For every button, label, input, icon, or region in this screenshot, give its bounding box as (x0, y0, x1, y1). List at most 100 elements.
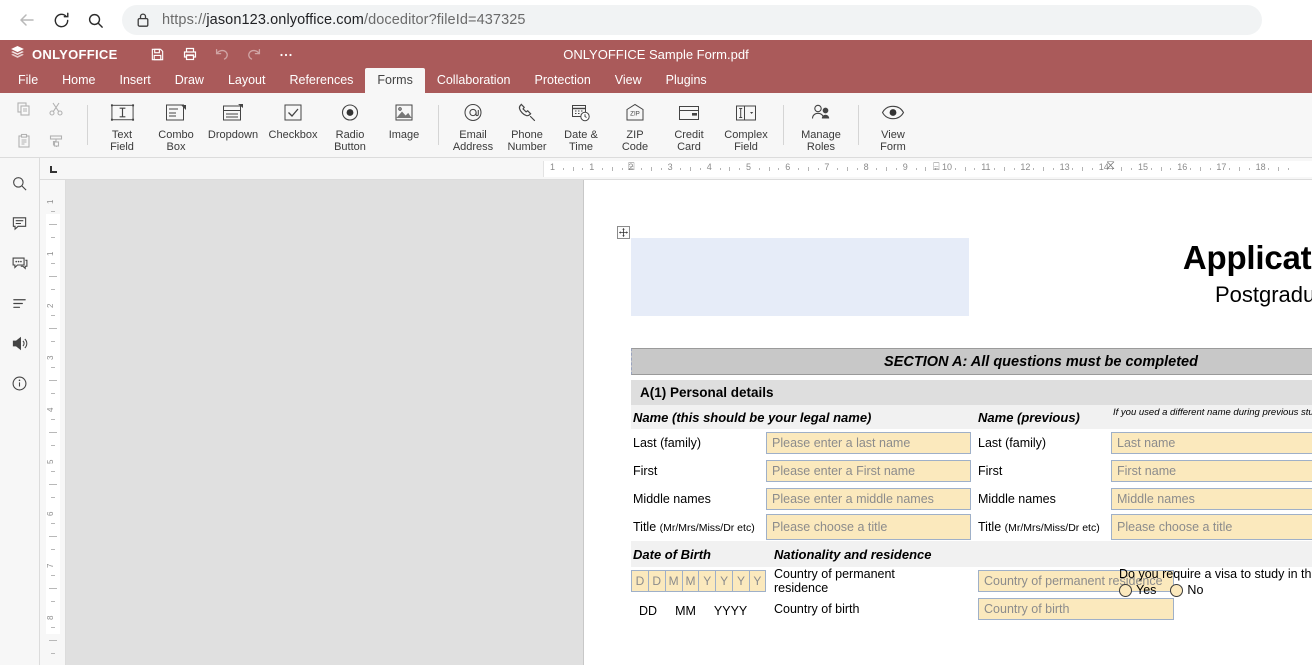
prev-name-group-note: If you used a different name during prev… (1111, 405, 1312, 429)
ruler-margin-marker[interactable]: ⌸ (628, 161, 635, 174)
ruler-tick (876, 168, 878, 170)
sidebar-item-headings[interactable] (6, 290, 34, 316)
middle-names-field[interactable]: Please enter a middle names (766, 488, 972, 510)
ruler-indent-marker[interactable]: ⧖ (1106, 158, 1115, 173)
radio-button-icon[interactable] (1119, 583, 1133, 597)
tab-references[interactable]: References (277, 68, 365, 93)
ruler-tick (621, 168, 623, 170)
dropdown-button[interactable]: Dropdown (203, 93, 263, 157)
cut-icon[interactable] (40, 93, 72, 125)
back-arrow-icon[interactable] (10, 3, 44, 37)
dob-cell-y4[interactable]: Y (748, 570, 766, 592)
credit-card-label: Credit Card (674, 129, 704, 153)
last-name-field[interactable]: Please enter a last name (766, 432, 972, 454)
ruler-tick (1190, 168, 1191, 170)
checkbox-button[interactable]: Checkbox (263, 93, 323, 157)
image-button[interactable]: Image (377, 93, 431, 157)
prev-first-name-field[interactable]: First name (1111, 460, 1312, 482)
format-painter-icon[interactable] (40, 125, 72, 157)
field-cell: Country of permanent residence (976, 567, 1175, 595)
redo-icon[interactable] (240, 42, 268, 66)
radio-button-button[interactable]: Radio Button (323, 93, 377, 157)
vertical-ruler-tick (51, 289, 55, 290)
reload-icon[interactable] (44, 3, 78, 37)
visa-option-no[interactable]: No (1170, 583, 1203, 597)
country-of-birth-field[interactable]: Country of birth (978, 598, 1175, 620)
table-move-handle[interactable] (617, 226, 630, 239)
paste-icon[interactable] (8, 125, 40, 157)
document-page[interactable]: Application Form Postgraduate Certificat… (583, 180, 1312, 665)
tab-draw[interactable]: Draw (163, 68, 216, 93)
ruler-tick (1209, 168, 1211, 170)
sidebar-item-comments[interactable] (6, 210, 34, 236)
tab-layout[interactable]: Layout (216, 68, 278, 93)
vertical-ruler-tick (51, 575, 55, 576)
zip-code-button[interactable]: ZIP ZIP Code (608, 93, 662, 157)
tab-forms[interactable]: Forms (365, 68, 425, 93)
sidebar-item-search[interactable] (6, 170, 34, 196)
title-dropdown-field[interactable]: Please choose a title (766, 514, 972, 540)
ruler-label: 11 (981, 162, 991, 172)
phone-number-button[interactable]: Phone Number (500, 93, 554, 157)
ruler-margin-marker[interactable]: ⌸ (933, 161, 940, 174)
dob-cell-y1[interactable]: Y (698, 570, 716, 592)
dob-input-cells[interactable]: D D M M Y Y Y Y (631, 570, 766, 592)
more-icon[interactable] (272, 42, 300, 66)
first-name-field[interactable]: Please enter a First name (766, 460, 972, 482)
tab-collaboration[interactable]: Collaboration (425, 68, 523, 93)
prev-title-dropdown-field[interactable]: Please choose a title (1111, 514, 1312, 540)
manage-roles-button[interactable]: Manage Roles (791, 93, 851, 157)
radio-button-icon (339, 99, 361, 127)
search-icon[interactable] (78, 3, 112, 37)
table-row-group-headers-2: Date of Birth Nationality and residence (631, 541, 1312, 567)
tab-insert[interactable]: Insert (108, 68, 163, 93)
vertical-ruler-tick (51, 653, 55, 654)
ruler-tick (1033, 168, 1035, 170)
tab-stop-selector[interactable] (40, 158, 66, 179)
logo-placeholder[interactable] (631, 238, 969, 316)
tab-plugins[interactable]: Plugins (654, 68, 719, 93)
ribbon-divider (87, 105, 88, 145)
document-canvas[interactable]: Application Form Postgraduate Certificat… (67, 180, 1312, 665)
dob-cell-d2[interactable]: D (647, 570, 665, 592)
sidebar-item-feedback[interactable] (6, 330, 34, 356)
print-icon[interactable] (176, 42, 204, 66)
email-address-button[interactable]: Email Address (446, 93, 500, 157)
prev-middle-names-field[interactable]: Middle names (1111, 488, 1312, 510)
vertical-ruler-tick (51, 497, 55, 498)
horizontal-ruler[interactable]: 1123456789101112131415161718⌸⌸⌸⧖ (40, 158, 1312, 180)
nationality-group-header: Nationality and residence (766, 541, 977, 567)
copy-icon[interactable] (8, 93, 40, 125)
complex-field-button[interactable]: Complex Field (716, 93, 776, 157)
vertical-ruler[interactable]: 1123456789 (40, 180, 66, 665)
dob-cell-m1[interactable]: M (664, 570, 682, 592)
subsection-header: A(1) Personal details (631, 380, 1312, 405)
text-field-button[interactable]: Text Field (95, 93, 149, 157)
address-bar[interactable]: https://jason123.onlyoffice.com/docedito… (122, 5, 1262, 35)
vertical-ruler-tick (49, 276, 57, 277)
credit-card-button[interactable]: Credit Card (662, 93, 716, 157)
tab-file[interactable]: File (6, 68, 50, 93)
dob-cell-y2[interactable]: Y (715, 570, 733, 592)
app-logo[interactable]: ONLYOFFICE (10, 45, 118, 63)
ruler-tick (572, 167, 574, 171)
sidebar-item-chat[interactable] (6, 250, 34, 276)
save-icon[interactable] (144, 42, 172, 66)
prev-last-name-field[interactable]: Last name (1111, 432, 1312, 454)
dob-cell-d1[interactable]: D (631, 570, 648, 592)
view-form-button[interactable]: View Form (866, 93, 920, 157)
undo-icon[interactable] (208, 42, 236, 66)
date-time-button[interactable]: Date & Time (554, 93, 608, 157)
ribbon-divider-4 (858, 105, 859, 145)
tab-view[interactable]: View (603, 68, 654, 93)
tab-protection[interactable]: Protection (523, 68, 603, 93)
dob-cell-m2[interactable]: M (681, 570, 699, 592)
tab-home[interactable]: Home (50, 68, 107, 93)
quick-access-toolbar (144, 42, 300, 66)
radio-button-icon[interactable] (1170, 583, 1184, 597)
visa-option-yes[interactable]: Yes (1119, 583, 1156, 597)
combo-box-button[interactable]: Combo Box (149, 93, 203, 157)
ruler-tick (690, 167, 692, 171)
dob-cell-y3[interactable]: Y (732, 570, 749, 592)
sidebar-item-about[interactable] (6, 370, 34, 396)
